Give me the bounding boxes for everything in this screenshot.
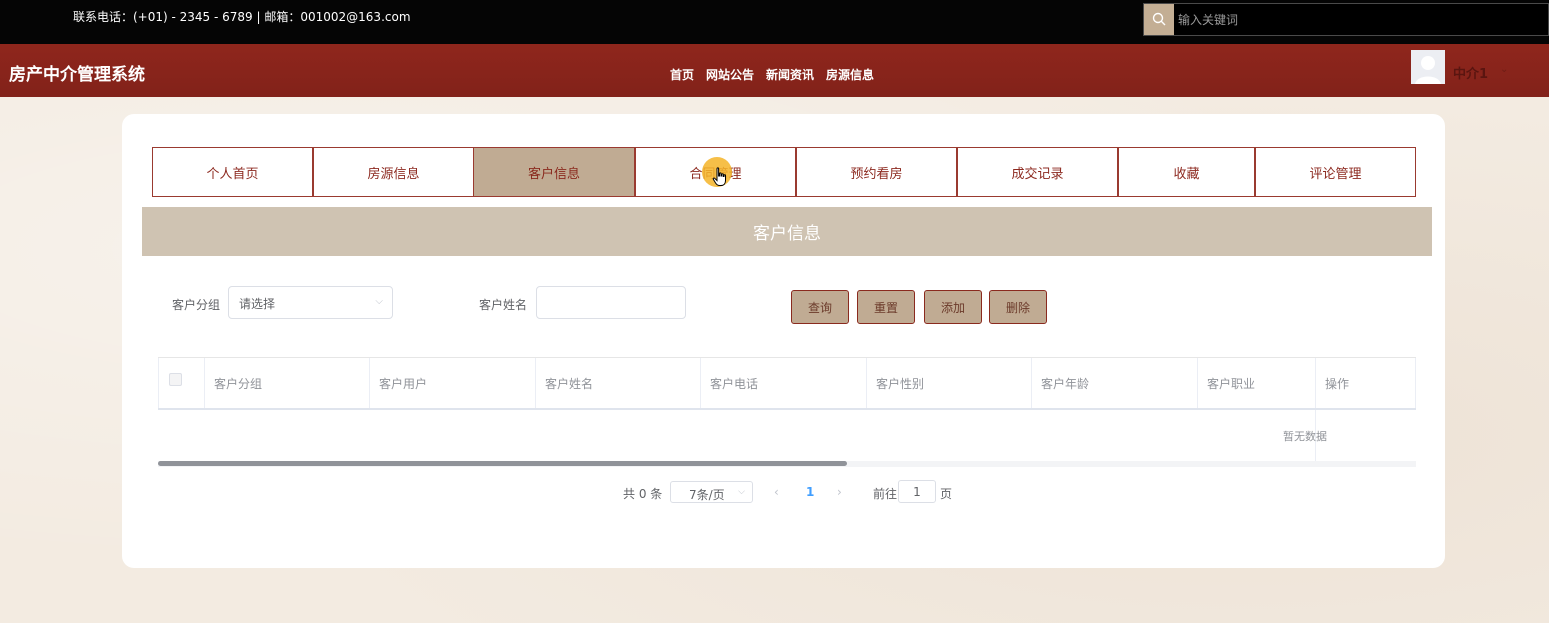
nav-listings[interactable]: 房源信息 xyxy=(826,66,874,83)
nav-home[interactable]: 首页 xyxy=(670,66,694,83)
tab-viewings[interactable]: 预约看房 xyxy=(796,147,957,197)
nav-announcements[interactable]: 网站公告 xyxy=(706,66,754,83)
goto-unit: 页 xyxy=(940,487,953,501)
column-header[interactable]: 客户电话 xyxy=(700,358,866,408)
tab-deals[interactable]: 成交记录 xyxy=(957,147,1118,197)
table-header: 客户分组 客户用户 客户姓名 客户电话 客户性别 客户年龄 客户职业 操作 xyxy=(158,358,1416,410)
customer-table: 客户分组 客户用户 客户姓名 客户电话 客户性别 客户年龄 客户职业 操作 暂无… xyxy=(158,357,1416,467)
scrollbar-thumb[interactable] xyxy=(158,461,847,466)
hand-cursor-icon xyxy=(712,167,726,186)
main-card: 个人首页 房源信息 客户信息 合同管理 预约看房 成交记录 收藏 评论管理 客户… xyxy=(122,114,1445,568)
goto-page-input[interactable]: 1 xyxy=(898,480,936,503)
site-title: 房产中介管理系统 xyxy=(9,65,145,85)
delete-button[interactable]: 删除 xyxy=(989,290,1047,324)
user-name[interactable]: 中介1 xyxy=(1453,63,1488,82)
group-select[interactable]: 请选择 ⌵ xyxy=(228,286,393,319)
next-page-icon[interactable]: › xyxy=(837,485,842,499)
column-header[interactable]: 客户姓名 xyxy=(535,358,700,408)
group-filter-label: 客户分组 xyxy=(172,298,221,312)
avatar[interactable] xyxy=(1411,50,1445,84)
tab-customers[interactable]: 客户信息 xyxy=(473,147,635,197)
pagination-total: 共 0 条 xyxy=(623,487,663,501)
goto-label: 前往 xyxy=(873,487,898,501)
nav-news[interactable]: 新闻资讯 xyxy=(766,66,814,83)
center-tabs: 个人首页 房源信息 客户信息 合同管理 预约看房 成交记录 收藏 评论管理 xyxy=(152,147,1416,197)
tab-favorites[interactable]: 收藏 xyxy=(1118,147,1255,197)
empty-state: 暂无数据 xyxy=(1283,430,1327,443)
name-input[interactable] xyxy=(536,286,686,319)
tab-comments[interactable]: 评论管理 xyxy=(1255,147,1416,197)
name-filter-label: 客户姓名 xyxy=(479,298,528,312)
column-header[interactable]: 客户年龄 xyxy=(1031,358,1197,408)
search-icon xyxy=(1152,12,1166,26)
query-button[interactable]: 查询 xyxy=(791,290,849,324)
column-header[interactable]: 客户职业 xyxy=(1197,358,1315,408)
group-select-value: 请选择 xyxy=(239,297,276,311)
chevron-down-icon[interactable]: ⌄ xyxy=(1500,64,1508,75)
prev-page-icon[interactable]: ‹ xyxy=(774,485,779,499)
column-header[interactable]: 客户用户 xyxy=(369,358,535,408)
page-size-value: 7条/页 xyxy=(689,488,725,502)
chevron-down-icon: ⌵ xyxy=(375,296,383,307)
search-button[interactable] xyxy=(1144,4,1174,35)
contact-info: 联系电话：(+01) - 2345 - 6789 | 邮箱：001002@163… xyxy=(73,10,411,24)
horizontal-scrollbar[interactable] xyxy=(158,461,1416,467)
page-size-select[interactable]: 7条/页 ⌵ xyxy=(670,481,753,503)
search-box xyxy=(1143,3,1549,36)
user-avatar-icon xyxy=(1411,50,1445,84)
column-header[interactable]: 客户性别 xyxy=(866,358,1031,408)
column-header[interactable]: 客户分组 xyxy=(204,358,369,408)
select-all-cell xyxy=(158,358,204,408)
reset-button[interactable]: 重置 xyxy=(857,290,915,324)
tab-listings[interactable]: 房源信息 xyxy=(313,147,474,197)
chevron-down-icon: ⌵ xyxy=(738,487,745,497)
site-header: 房产中介管理系统 首页 网站公告 新闻资讯 房源信息 中介1 ⌄ xyxy=(0,44,1549,97)
column-header: 操作 xyxy=(1315,358,1416,408)
top-contact-bar: 联系电话：(+01) - 2345 - 6789 | 邮箱：001002@163… xyxy=(0,0,1549,44)
section-title: 客户信息 xyxy=(142,207,1432,256)
select-all-checkbox[interactable] xyxy=(169,373,182,386)
search-input[interactable] xyxy=(1178,8,1538,31)
add-button[interactable]: 添加 xyxy=(924,290,982,324)
tab-personal-home[interactable]: 个人首页 xyxy=(152,147,313,197)
page-number[interactable]: 1 xyxy=(806,485,814,499)
main-nav: 首页 网站公告 新闻资讯 房源信息 xyxy=(664,64,880,83)
